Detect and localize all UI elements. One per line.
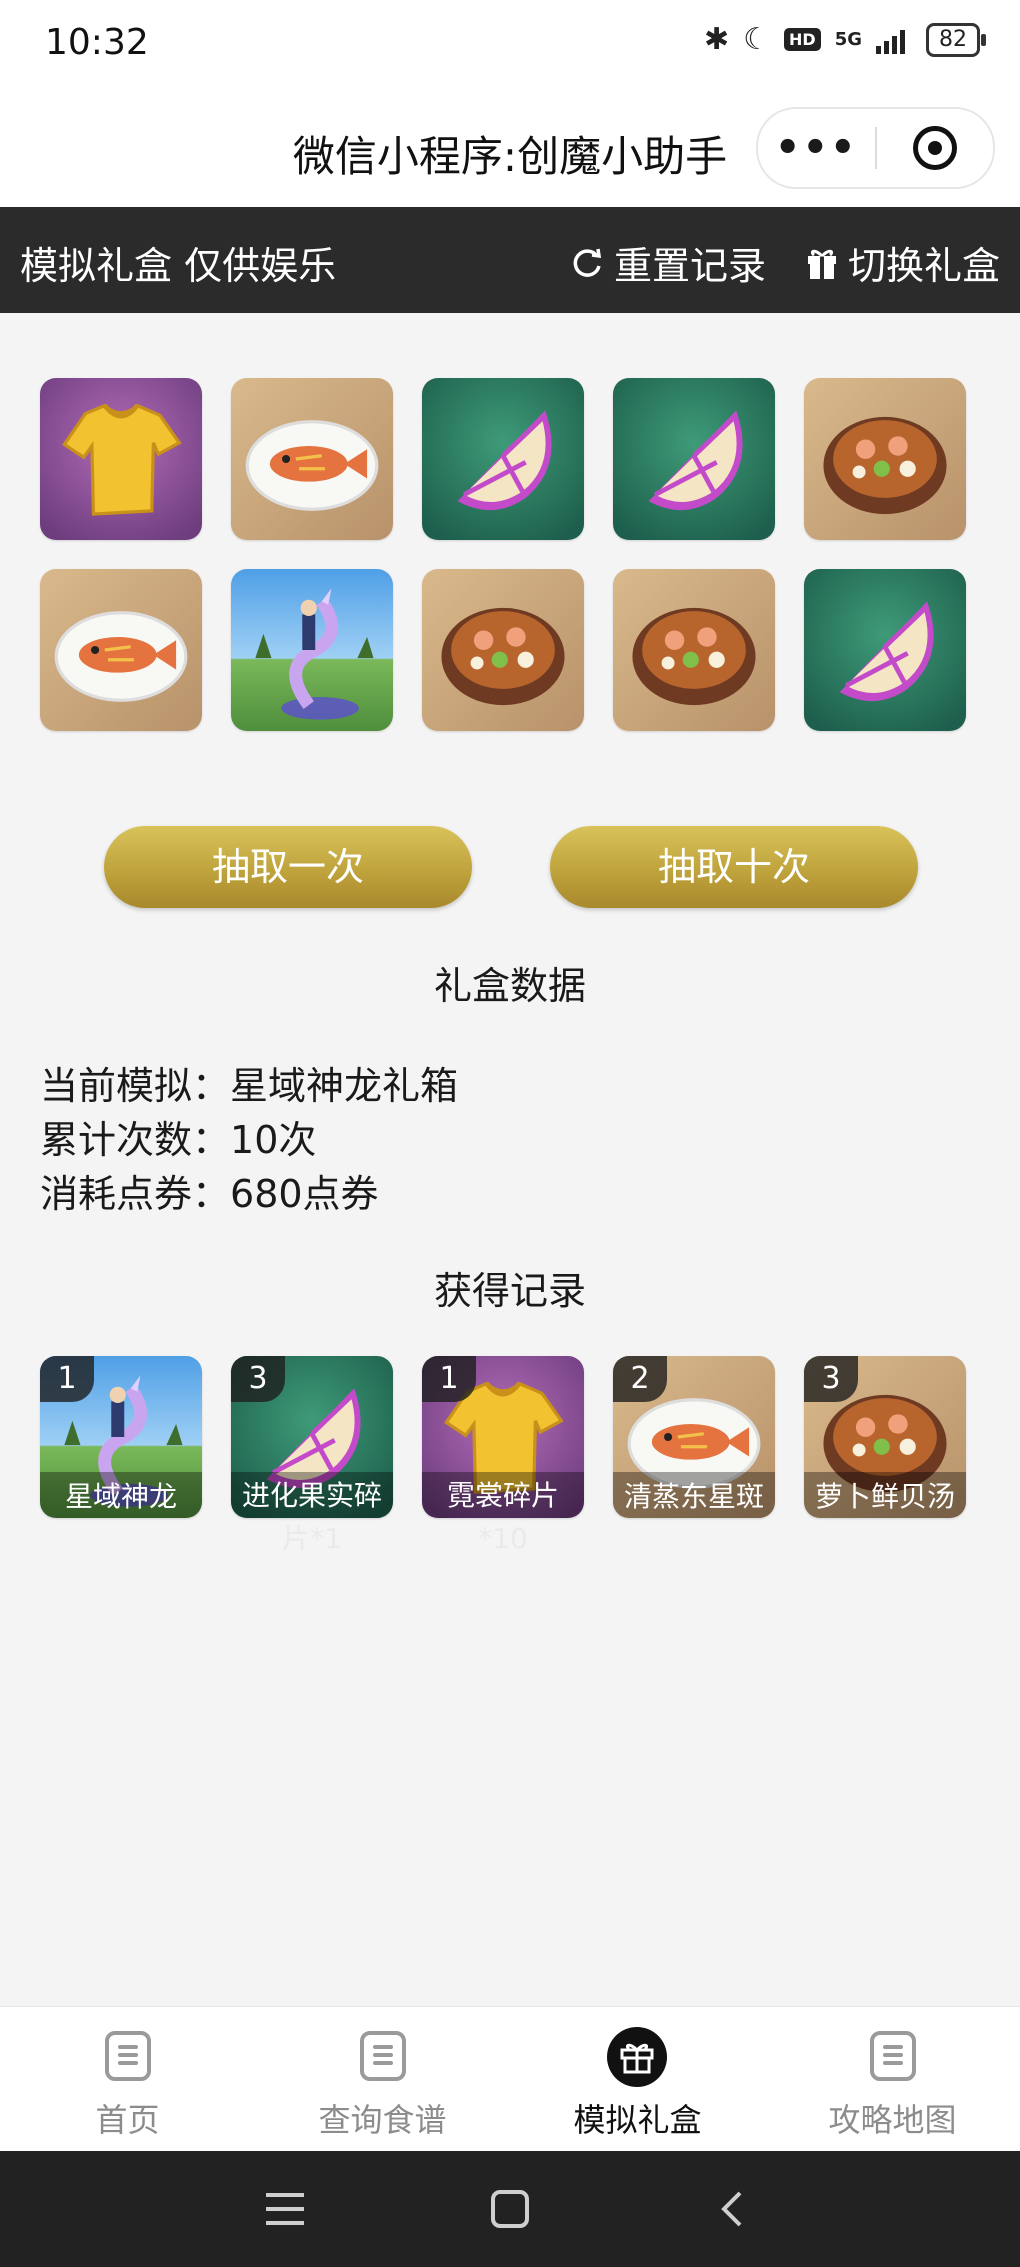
gift-icon xyxy=(607,2027,667,2087)
record-count-badge: 1 xyxy=(40,1356,94,1402)
network-label: 5G xyxy=(834,28,862,50)
record-item: 1 星域神龙 xyxy=(40,1356,202,1518)
target-icon xyxy=(912,126,957,170)
signal-icon xyxy=(876,29,905,54)
soup-bowl-icon xyxy=(422,569,584,731)
tab-recipes[interactable]: 查询食谱 xyxy=(255,2007,510,2152)
record-item: 3 进化果实碎 片*1 xyxy=(231,1356,393,1555)
gift-header: 模拟礼盒 仅供娱乐 重置记录 切换礼盒 xyxy=(0,207,1020,313)
home-icon[interactable] xyxy=(490,2189,530,2229)
result-item-7 xyxy=(231,569,393,731)
menu-icon[interactable] xyxy=(266,2191,304,2227)
cost-value: 680点券 xyxy=(230,1172,379,1216)
record-name: 进化果实碎 xyxy=(241,1479,382,1512)
cost-label: 消耗点券： xyxy=(40,1172,231,1216)
switch-label: 切换礼盒 xyxy=(848,244,1001,288)
draw-once-button[interactable]: 抽取一次 xyxy=(104,826,472,908)
record-name: 清蒸东星斑 xyxy=(623,1480,764,1513)
result-item-5 xyxy=(804,378,966,540)
tab-label: 查询食谱 xyxy=(318,2101,447,2139)
result-item-8 xyxy=(422,569,584,731)
result-item-6 xyxy=(40,569,202,731)
back-icon[interactable] xyxy=(716,2189,746,2229)
tab-bar: 首页 查询食谱 模拟礼盒 攻略地图 xyxy=(0,2006,1020,2152)
mini-program-titlebar: 微信小程序:创魔小助手 ••• xyxy=(0,95,1020,207)
result-item-4 xyxy=(613,378,775,540)
cost-row: 消耗点券：680点券 xyxy=(40,1163,379,1218)
header-title: 模拟礼盒 仅供娱乐 xyxy=(20,244,337,288)
record-item: 1 霓裳碎片 *10 xyxy=(422,1356,584,1555)
document-icon xyxy=(360,2031,406,2081)
record-item: 3 萝卜鲜贝汤 xyxy=(804,1356,966,1518)
tab-home[interactable]: 首页 xyxy=(0,2007,255,2152)
fruit-slice-icon xyxy=(613,378,775,540)
fruit-slice-icon xyxy=(422,378,584,540)
soup-bowl-icon xyxy=(613,569,775,731)
record-name-overflow: 片*1 xyxy=(282,1522,342,1555)
switch-gift-button[interactable]: 切换礼盒 xyxy=(806,235,1000,290)
record-count-badge: 3 xyxy=(804,1356,858,1402)
result-item-10 xyxy=(804,569,966,731)
stats-title: 礼盒数据 xyxy=(433,964,586,1008)
result-item-1 xyxy=(40,378,202,540)
reset-label: 重置记录 xyxy=(614,244,767,288)
count-value: 10次 xyxy=(230,1118,317,1162)
document-icon xyxy=(105,2031,151,2081)
record-item: 2 清蒸东星斑 xyxy=(613,1356,775,1518)
current-label: 当前模拟： xyxy=(40,1064,231,1108)
draw-results-grid xyxy=(0,313,1020,773)
status-bar: 10:32 ✱ ☾ HD 5G 82 xyxy=(0,0,1020,95)
record-count-badge: 3 xyxy=(231,1356,285,1402)
records-title: 获得记录 xyxy=(433,1269,586,1313)
draw-ten-button[interactable]: 抽取十次 xyxy=(550,826,918,908)
gift-icon xyxy=(808,249,836,279)
shirt-icon xyxy=(40,378,202,540)
result-item-3 xyxy=(422,378,584,540)
current-value: 星域神龙礼箱 xyxy=(230,1064,459,1108)
tab-gift-simulator[interactable]: 模拟礼盒 xyxy=(510,2007,765,2152)
tab-strategy-map[interactable]: 攻略地图 xyxy=(765,2007,1020,2152)
system-nav-bar xyxy=(0,2151,1020,2267)
fish-dish-icon xyxy=(231,378,393,540)
count-label: 累计次数： xyxy=(40,1118,231,1162)
fruit-slice-icon xyxy=(804,569,966,731)
status-icons: ✱ ☾ HD 5G 82 xyxy=(703,22,986,57)
refresh-icon xyxy=(573,248,602,277)
total-count-row: 累计次数：10次 xyxy=(40,1109,316,1164)
current-simulation-row: 当前模拟：星域神龙礼箱 xyxy=(40,1055,458,1110)
capsule-menu: ••• xyxy=(756,107,995,189)
tab-label: 模拟礼盒 xyxy=(573,2101,702,2139)
record-count-badge: 1 xyxy=(422,1356,476,1402)
record-name: 霓裳碎片 xyxy=(446,1479,559,1512)
dragon-mount-icon xyxy=(231,569,393,731)
result-item-2 xyxy=(231,378,393,540)
tab-label: 首页 xyxy=(95,2101,160,2139)
reset-records-button[interactable]: 重置记录 xyxy=(570,235,766,290)
result-item-9 xyxy=(613,569,775,731)
hd-icon: HD xyxy=(784,28,821,51)
record-name: 星域神龙 xyxy=(64,1480,177,1513)
record-count-badge: 2 xyxy=(613,1356,667,1402)
battery-indicator: 82 xyxy=(926,22,986,57)
fish-dish-icon xyxy=(40,569,202,731)
status-time: 10:32 xyxy=(45,22,149,63)
record-name-overflow: *10 xyxy=(478,1522,528,1555)
moon-icon: ☾ xyxy=(743,22,771,57)
record-name: 萝卜鲜贝汤 xyxy=(814,1480,955,1513)
soup-bowl-icon xyxy=(804,378,966,540)
more-button[interactable]: ••• xyxy=(758,125,875,171)
document-icon xyxy=(870,2031,916,2081)
tab-label: 攻略地图 xyxy=(828,2101,957,2139)
bluetooth-icon: ✱ xyxy=(703,22,730,57)
close-button[interactable] xyxy=(877,126,994,170)
